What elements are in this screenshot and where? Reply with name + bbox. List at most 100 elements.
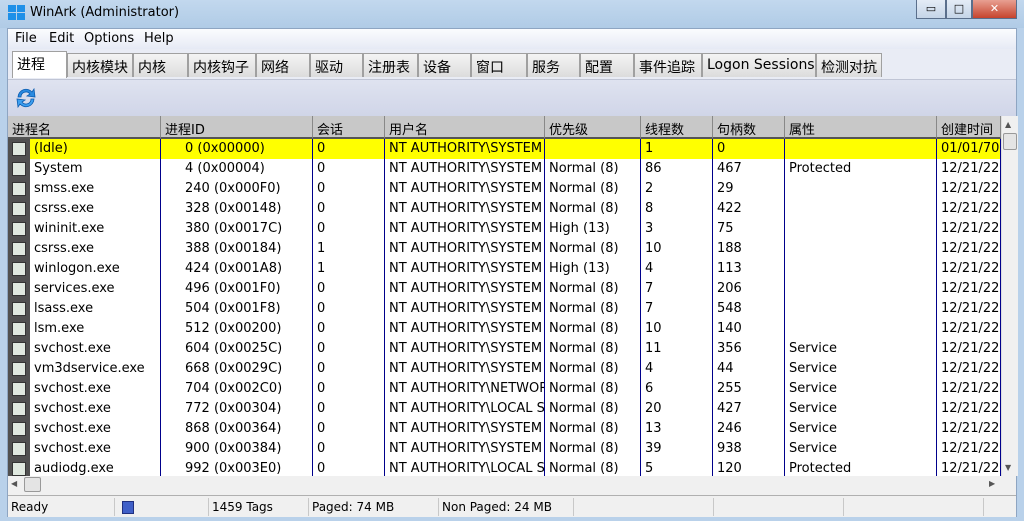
- column-header-3[interactable]: 用户名: [385, 116, 545, 139]
- cell-7: [785, 279, 937, 299]
- cell-6: 113: [713, 259, 785, 279]
- minimize-button[interactable]: ▭: [916, 0, 946, 19]
- process-icon: [8, 339, 30, 359]
- cell-3: NT AUTHORITY\LOCAL SERVICE: [385, 459, 545, 476]
- cell-0: audiodg.exe: [30, 459, 161, 476]
- horizontal-scroll-thumb[interactable]: [24, 477, 41, 492]
- close-button[interactable]: ✕: [972, 0, 1017, 19]
- table-row[interactable]: csrss.exe 328 (0x00148) 0 NT AUTHORITY\SYST…: [8, 199, 1001, 219]
- status-ready: Ready: [8, 498, 115, 516]
- cell-8: 12/21/22: [937, 199, 1001, 219]
- tab-8[interactable]: 窗口: [471, 53, 527, 77]
- scroll-down-arrow-icon[interactable]: ▼: [1005, 463, 1011, 472]
- cell-7: Service: [785, 439, 937, 459]
- table-row[interactable]: System 4 (0x00004) 0 NT AUTHORITY\SYSTEM Nor…: [8, 159, 1001, 179]
- cell-0: svchost.exe: [30, 339, 161, 359]
- tab-6[interactable]: 注册表: [363, 53, 418, 77]
- column-header-4[interactable]: 优先级: [545, 116, 641, 139]
- tab-11[interactable]: 事件追踪: [634, 53, 702, 77]
- cell-1: 0 (0x00000): [161, 139, 313, 159]
- status-pane: [844, 498, 984, 516]
- process-icon: [12, 162, 26, 176]
- tab-5[interactable]: 驱动: [310, 53, 363, 77]
- cell-1: 868 (0x00364): [161, 419, 313, 439]
- tab-0[interactable]: 进程: [12, 51, 67, 78]
- column-header-1[interactable]: 进程ID: [161, 116, 313, 139]
- table-row[interactable]: csrss.exe 388 (0x00184) 1 NT AUTHORITY\SYST…: [8, 239, 1001, 259]
- cell-6: 0: [713, 139, 785, 159]
- table-row[interactable]: svchost.exe 704 (0x002C0) 0 NT AUTHORITY\NE…: [8, 379, 1001, 399]
- scroll-right-arrow-icon[interactable]: ▶: [989, 479, 995, 488]
- cell-1: 496 (0x001F0): [161, 279, 313, 299]
- cell-7: [785, 219, 937, 239]
- process-icon: [8, 419, 30, 439]
- cell-6: 29: [713, 179, 785, 199]
- tab-1[interactable]: 内核模块: [67, 53, 133, 77]
- table-row[interactable]: smss.exe 240 (0x000F0) 0 NT AUTHORITY\SYSTE…: [8, 179, 1001, 199]
- cell-2: 0: [313, 379, 385, 399]
- process-icon: [8, 299, 30, 319]
- cell-1: 240 (0x000F0): [161, 179, 313, 199]
- menu-help[interactable]: Help: [144, 31, 174, 46]
- table-row[interactable]: lsass.exe 504 (0x001F8) 0 NT AUTHORITY\SYST…: [8, 299, 1001, 319]
- cell-4: Normal (8): [545, 379, 641, 399]
- column-header-0[interactable]: 进程名: [8, 116, 161, 139]
- tab-10[interactable]: 配置: [580, 53, 634, 77]
- scroll-left-arrow-icon[interactable]: ◀: [11, 479, 17, 488]
- cell-8: 12/21/22: [937, 399, 1001, 419]
- process-icon: [8, 199, 30, 219]
- table-row[interactable]: vm3dservice.exe 668 (0x0029C) 0 NT AUTHORIT…: [8, 359, 1001, 379]
- menu-file[interactable]: File: [15, 31, 37, 46]
- table-row[interactable]: audiodg.exe 992 (0x003E0) 0 NT AUTHORITY\LO…: [8, 459, 1001, 476]
- tab-2[interactable]: 内核: [133, 53, 188, 77]
- tab-4[interactable]: 网络: [256, 53, 310, 77]
- scroll-up-arrow-icon[interactable]: ▲: [1005, 120, 1011, 129]
- column-header-6[interactable]: 句柄数: [713, 116, 785, 139]
- table-row[interactable]: svchost.exe 772 (0x00304) 0 NT AUTHORITY\LO…: [8, 399, 1001, 419]
- horizontal-scrollbar[interactable]: ◀ ▶: [8, 476, 1001, 493]
- refresh-icon[interactable]: [14, 86, 38, 110]
- cell-6: 422: [713, 199, 785, 219]
- process-icon: [8, 399, 30, 419]
- column-header-5[interactable]: 线程数: [641, 116, 713, 139]
- cell-2: 0: [313, 439, 385, 459]
- tab-12[interactable]: Logon Sessions: [702, 53, 816, 77]
- menu-options[interactable]: Options: [84, 31, 134, 46]
- tab-3[interactable]: 内核钩子: [188, 53, 256, 77]
- column-header-8[interactable]: 创建时间: [937, 116, 1001, 139]
- table-row[interactable]: svchost.exe 604 (0x0025C) 0 NT AUTHORITY\SY…: [8, 339, 1001, 359]
- table-row[interactable]: services.exe 496 (0x001F0) 0 NT AUTHORITY\S…: [8, 279, 1001, 299]
- cell-4: Normal (8): [545, 319, 641, 339]
- maximize-button[interactable]: □: [946, 0, 972, 19]
- table-row[interactable]: (Idle) 0 (0x00000) 0 NT AUTHORITY\SYSTEM 1 0 0…: [8, 139, 1001, 159]
- table-row[interactable]: wininit.exe 380 (0x0017C) 0 NT AUTHORITY\SY…: [8, 219, 1001, 239]
- tab-13[interactable]: 检测对抗: [816, 53, 882, 77]
- process-icon: [8, 439, 30, 459]
- cell-4: [545, 139, 641, 159]
- process-icon: [8, 279, 30, 299]
- cell-7: [785, 319, 937, 339]
- cell-4: High (13): [545, 259, 641, 279]
- table-row[interactable]: lsm.exe 512 (0x00200) 0 NT AUTHORITY\SYSTEM…: [8, 319, 1001, 339]
- cell-2: 0: [313, 159, 385, 179]
- column-header-7[interactable]: 属性: [785, 116, 937, 139]
- cell-8: 12/21/22: [937, 319, 1001, 339]
- cell-3: NT AUTHORITY\SYSTEM: [385, 179, 545, 199]
- vertical-scroll-thumb[interactable]: [1003, 133, 1017, 150]
- process-icon: [12, 242, 26, 256]
- tab-9[interactable]: 服务: [527, 53, 580, 77]
- cell-3: NT AUTHORITY\SYSTEM: [385, 219, 545, 239]
- cell-3: NT AUTHORITY\SYSTEM: [385, 319, 545, 339]
- process-icon: [8, 219, 30, 239]
- table-row[interactable]: winlogon.exe 424 (0x001A8) 1 NT AUTHORITY\S…: [8, 259, 1001, 279]
- tab-7[interactable]: 设备: [418, 53, 471, 77]
- menu-edit[interactable]: Edit: [49, 31, 74, 46]
- table-row[interactable]: svchost.exe 900 (0x00384) 0 NT AUTHORITY\SY…: [8, 439, 1001, 459]
- cell-3: NT AUTHORITY\SYSTEM: [385, 139, 545, 159]
- cell-0: svchost.exe: [30, 419, 161, 439]
- cell-5: 1: [641, 139, 713, 159]
- column-header-2[interactable]: 会话: [313, 116, 385, 139]
- vertical-scrollbar[interactable]: ▲ ▼: [1001, 116, 1018, 476]
- cell-6: 246: [713, 419, 785, 439]
- table-row[interactable]: svchost.exe 868 (0x00364) 0 NT AUTHORITY\SY…: [8, 419, 1001, 439]
